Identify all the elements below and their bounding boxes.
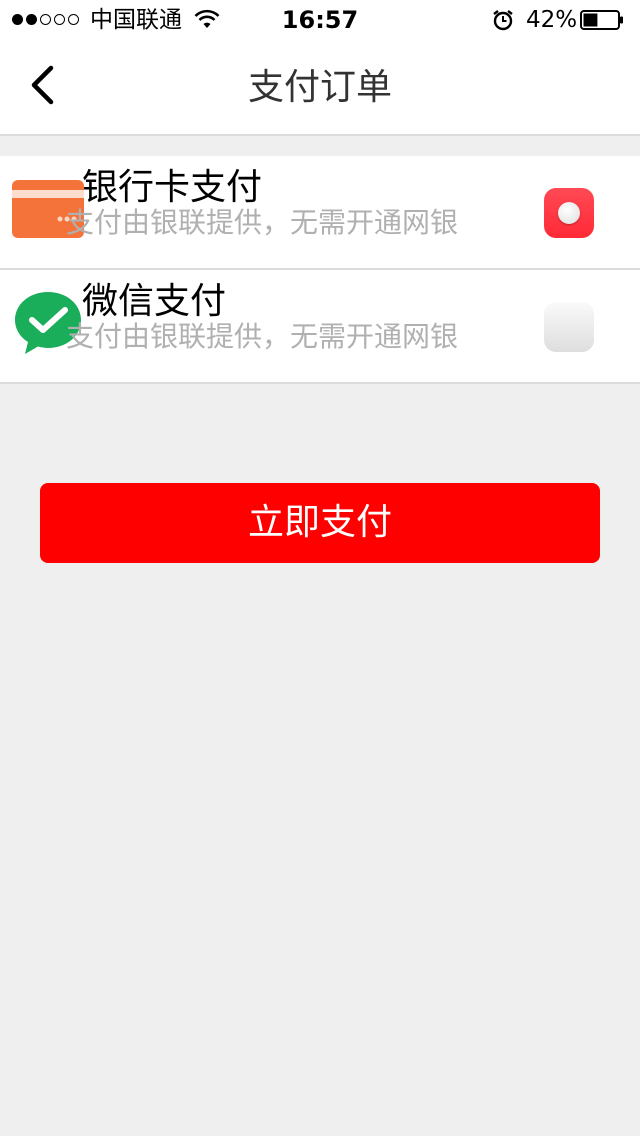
page-title: 支付订单 [247, 67, 392, 108]
payment-option-wechat[interactable]: 微信支付 支付由银联提供，无需开通网银 [0, 270, 640, 384]
battery-percentage: 42% [526, 7, 578, 33]
alarm-icon [493, 10, 513, 31]
payment-option-bank-card[interactable]: 银行卡支付 支付由银联提供，无需开通网银 [0, 156, 640, 270]
payment-option-subtitle: 支付由银联提供，无需开通网银 [66, 320, 459, 353]
payment-option-title: 微信支付 [82, 281, 227, 322]
payment-option-subtitle: 支付由银联提供，无需开通网银 [66, 206, 459, 239]
payment-options-list: 银行卡支付 支付由银联提供，无需开通网银 微信支付 支付由银联提供，无需开通网银 [0, 156, 640, 384]
payment-option-title: 银行卡支付 [82, 167, 263, 208]
radio-selected-icon[interactable] [544, 188, 594, 238]
nav-bar: 支付订单 [0, 40, 640, 136]
pay-now-button[interactable]: 立即支付 [40, 483, 600, 563]
battery-icon [580, 10, 623, 30]
status-bar: 中国联通 16:57 42% [0, 0, 640, 40]
radio-unselected-icon[interactable] [544, 302, 594, 352]
